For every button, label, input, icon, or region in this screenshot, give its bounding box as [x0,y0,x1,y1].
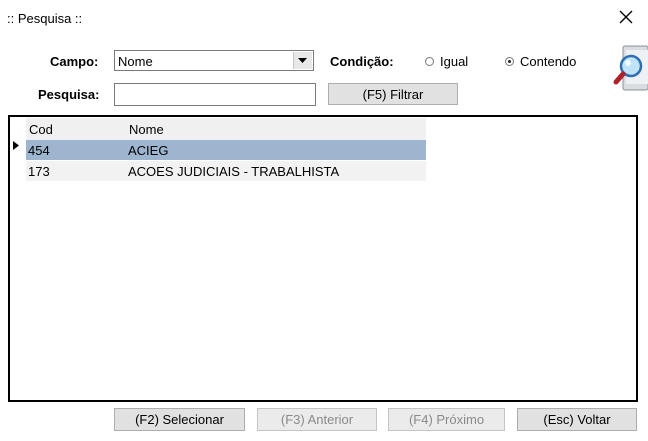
cell-cod: 454 [28,143,50,158]
dropdown-arrow[interactable] [293,52,312,69]
back-button[interactable]: (Esc) Voltar [517,408,637,431]
campo-select-value: Nome [118,54,153,69]
chevron-down-icon [298,58,307,63]
row-pointer-icon [13,141,19,150]
magnifier-icon [613,45,648,91]
window-title: :: Pesquisa :: [7,11,83,26]
search-image [610,42,648,94]
condicao-label: Condição: [330,54,394,69]
radio-contendo-label: Contendo [520,54,577,69]
campo-label: Campo: [50,54,99,69]
select-button[interactable]: (F2) Selecionar [114,408,245,431]
cell-nome: ACOES JUDICIAIS - TRABALHISTA [128,164,340,179]
next-button[interactable]: (F4) Próximo [388,408,505,431]
close-button[interactable] [614,6,638,28]
radio-igual[interactable]: Igual [425,54,468,69]
results-grid[interactable]: Cod Nome 454 ACIEG 173 ACOES JUDICIAIS -… [8,115,638,402]
grid-header: Cod Nome [26,118,426,140]
table-row[interactable]: 173 ACOES JUDICIAIS - TRABALHISTA [26,161,426,181]
cell-nome: ACIEG [128,143,169,158]
previous-button[interactable]: (F3) Anterior [257,408,377,431]
radio-contendo-indicator [505,57,514,66]
pesquisa-input[interactable] [114,83,316,106]
close-icon [619,10,633,24]
pesquisa-label: Pesquisa: [38,87,100,102]
column-header-cod[interactable]: Cod [29,122,53,137]
radio-contendo[interactable]: Contendo [505,54,576,69]
column-header-nome[interactable]: Nome [129,122,164,137]
radio-igual-label: Igual [440,54,469,69]
filter-button[interactable]: (F5) Filtrar [328,83,458,105]
campo-select[interactable]: Nome [114,50,314,71]
cell-cod: 173 [28,164,50,179]
table-row[interactable]: 454 ACIEG [26,140,426,160]
radio-igual-indicator [425,57,434,66]
